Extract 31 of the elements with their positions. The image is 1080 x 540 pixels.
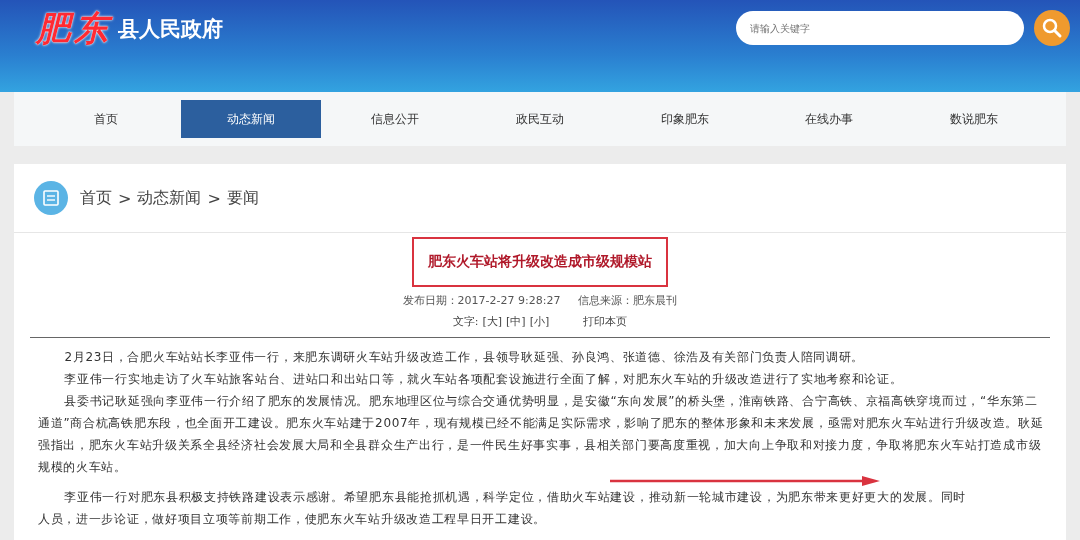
nav-tab[interactable]: 数说肥东 [903,100,1044,138]
print-link[interactable]: 打印本页 [583,314,628,329]
nav-tab[interactable]: 在线办事 [759,100,900,138]
font-size-link[interactable]: [中] [506,314,526,329]
article-title: 肥东火车站将升级改造成市级规模站 [428,253,652,271]
search-icon [1041,17,1063,39]
breadcrumb-separator: > [118,188,132,208]
news-source: 信息来源：肥东晨刊 [578,293,678,308]
search-button[interactable] [1034,10,1070,46]
breadcrumb-link[interactable]: 首页 [80,187,112,209]
nav-tab[interactable]: 信息公开 [325,100,466,138]
nav-tab[interactable]: 首页 [36,100,177,138]
font-size-link[interactable]: [大] [482,314,503,329]
site-title: 县人民政府 [118,16,223,43]
font-size-label: 文字: [452,314,479,329]
article-paragraph: 李亚伟一行对肥东县积极支持铁路建设表示感谢。希望肥东县能抢抓机遇，科学定位，借助火车站建设，推动新一轮城市建设，为肥东带来更好更大的发展。同时 [63,489,968,506]
nav-tab[interactable]: 政民互动 [469,100,610,138]
search-field[interactable]: 请输入关键字 [736,11,1024,45]
article-paragraph: 县委书记耿延强向李亚伟一行介绍了肥东的发展情况。肥东地理区位与综合交通优势明显，是安徽“东向发展”的桥头堡，淮南铁路、合宁高铁、京福高铁穿境而过，“华东第二通道”商合杭高铁肥东段，也全面开工建设。肥东火车站建于2007年，现有规模已经不能满足实际需求，影响了肥东的整体形象和未来发展，亟需对肥东火车站进行升级改造。耿延强指出，肥东火车站升级关系全县经济社会发展大局和全县群众生产出行，是一件民生好事实事，县相关部门要高度重视，加大向上争取和对接力度，争取将肥东火车站打造成市级规模的火车站。 [38,393,1045,476]
breadcrumb-separator: > [207,188,221,208]
breadcrumb-link[interactable]: 要闻 [226,187,259,209]
nav-tab[interactable]: 动态新闻 [180,100,321,138]
article-paragraph: 李亚伟一行实地走访了火车站旅客站台、进站口和出站口等，就火车站各项配套设施进行全面了解，对肥东火车站的升级改造进行了实地考察和论证。 [63,371,904,388]
publish-date: 发布日期：2017-2-27 9:28:27 [402,293,561,308]
article-paragraph: 2月23日，合肥火车站站长李亚伟一行，来肥东调研火车站升级改造工作，县领导耿延强、孙良鸿、张道德、徐浩及有关部门负责人陪同调研。 [63,349,866,366]
breadcrumb-link[interactable]: 动态新闻 [137,187,202,209]
nav-tab[interactable]: 印象肥东 [614,100,755,138]
font-size-link[interactable]: [小] [529,314,550,329]
document-icon [34,181,68,215]
article-paragraph: 人员，进一步论证，做好项目立项等前期工作，使肥东火车站升级改造工程早日开工建设。 [38,511,547,528]
logo-calligraphy: 肥东 [36,7,112,50]
